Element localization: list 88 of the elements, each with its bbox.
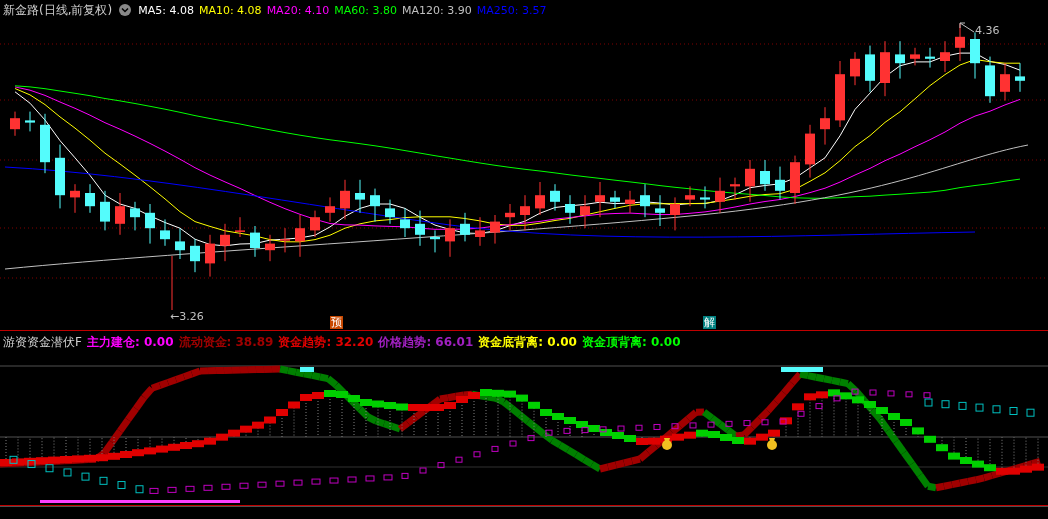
candlestick [835, 60, 845, 128]
candlestick [160, 218, 170, 247]
legend-value: MA20: 4.10 [266, 3, 330, 17]
candlestick [460, 212, 470, 242]
candlestick [910, 47, 920, 66]
candlestick [655, 194, 665, 227]
legend-value: MA60: 3.80 [334, 3, 398, 17]
candlestick [55, 144, 65, 209]
chart-title: 新金路(日线,前复权) [3, 1, 113, 19]
candlestick [430, 229, 440, 253]
candlestick [1015, 62, 1025, 93]
candlestick [565, 194, 575, 225]
candlestick [295, 214, 305, 258]
candlestick [85, 183, 95, 214]
candlestick [340, 179, 350, 220]
legend-value: 流动资金: 38.89 [178, 333, 274, 351]
indicator-title: 游资资金潜伏F [3, 333, 82, 351]
candlestick [490, 214, 500, 245]
candlestick [280, 227, 290, 253]
candlestick [520, 194, 530, 231]
candlestick [475, 216, 485, 247]
legend-value: MA5: 4.08 [138, 3, 194, 17]
candlestick [265, 234, 275, 262]
candlestick [610, 190, 620, 209]
legend-value: 资金底背离: 0.00 [478, 333, 577, 351]
candlestick [685, 185, 695, 207]
candlestick [325, 196, 335, 223]
candlestick [115, 192, 125, 236]
arrow-icon [959, 22, 975, 33]
candlestick [580, 194, 590, 229]
candlestick [625, 190, 635, 214]
candlestick [385, 199, 395, 225]
legend-value: MA120: 3.90 [402, 3, 472, 17]
low-price-label: ←3.26 [170, 310, 204, 323]
candlestick [205, 234, 215, 278]
legend-value: 主力建仓: 0.00 [86, 333, 174, 351]
candlestick [100, 190, 110, 231]
candlestick [250, 225, 260, 258]
candlestick [925, 47, 935, 69]
candlestick [820, 106, 830, 146]
candlestick [400, 207, 410, 238]
legend-value: 资金趋势: 32.20 [278, 333, 374, 351]
candlestick [535, 181, 545, 216]
candlestick [760, 159, 770, 192]
high-price-label: 4.36 [975, 24, 1000, 37]
candlestick [730, 177, 740, 201]
candlestick [985, 56, 995, 104]
candlestick [415, 210, 425, 247]
candlestick [1000, 62, 1010, 102]
candlestick [700, 185, 710, 209]
candlestick [505, 203, 515, 231]
candlestick [550, 183, 560, 212]
candlestick [715, 177, 725, 214]
legend-value: 价格趋势: 66.01 [378, 333, 474, 351]
money-bag-icon [662, 438, 672, 450]
legend-value: MA10: 4.08 [198, 3, 262, 17]
candlestick [595, 181, 605, 218]
candlestick [220, 223, 230, 262]
candlestick [70, 183, 80, 214]
legend-value: MA250: 3.57 [476, 3, 547, 17]
candlestick [865, 45, 875, 93]
candlestick [805, 124, 815, 179]
candlestick [25, 111, 35, 132]
candlestick [40, 113, 50, 174]
signal-marker: 解 [703, 316, 716, 329]
candlestick [670, 196, 680, 231]
legend-value: 资金顶背离: 0.00 [581, 333, 681, 351]
candlestick [370, 188, 380, 223]
candlestick [175, 227, 185, 260]
candlestick [640, 183, 650, 218]
candlestick [880, 40, 890, 97]
candlestick [850, 51, 860, 86]
candlestick [355, 179, 365, 214]
candlestick [940, 40, 950, 73]
candlestick [745, 159, 755, 203]
money-bag-icon [767, 438, 777, 450]
candlestick [145, 203, 155, 245]
candlestick [235, 216, 245, 238]
candlestick [445, 218, 455, 258]
candlestick [790, 155, 800, 205]
candlestick [190, 238, 200, 273]
candlestick [895, 40, 905, 80]
candlestick [10, 111, 20, 137]
signal-marker: 预 [330, 316, 343, 329]
candlestick [310, 210, 320, 238]
candlestick [130, 201, 140, 231]
dropdown-icon[interactable] [119, 4, 132, 16]
candlestick [775, 166, 785, 201]
